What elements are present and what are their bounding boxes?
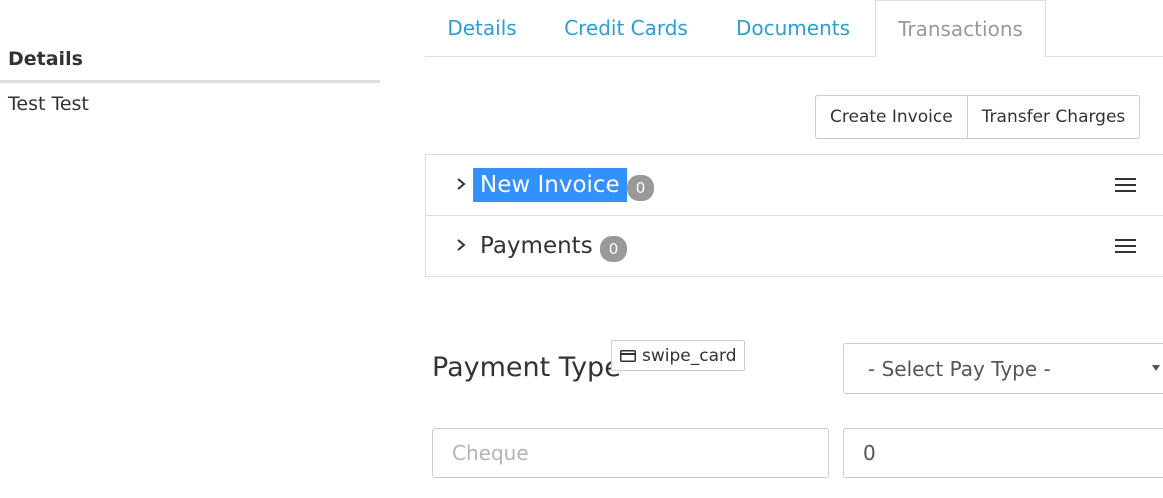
cheque-input[interactable]: Cheque <box>432 428 829 478</box>
chevron-right-icon[interactable] <box>454 236 468 254</box>
details-heading: Details <box>8 48 83 70</box>
customer-name: Test Test <box>8 93 89 115</box>
chevron-right-icon[interactable] <box>454 175 468 193</box>
payments-title[interactable]: Payments <box>473 229 600 263</box>
payments-count-badge: 0 <box>599 236 628 262</box>
swipe-card-chip[interactable]: swipe_card <box>611 340 746 371</box>
accordion-title-group: Payments 0 <box>473 229 628 263</box>
hamburger-menu-icon[interactable] <box>1115 238 1137 254</box>
swipe-card-chip-label: swipe_card <box>642 345 737 366</box>
tab-transactions[interactable]: Transactions <box>875 0 1046 58</box>
tab-details[interactable]: Details <box>425 0 539 57</box>
amount-input[interactable]: 0 <box>843 428 1163 478</box>
payment-type-label: Payment Type <box>432 352 621 383</box>
create-invoice-button[interactable]: Create Invoice <box>815 95 968 139</box>
tab-credit-cards[interactable]: Credit Cards <box>539 0 713 57</box>
pay-type-select[interactable]: - Select Pay Type - <box>843 343 1163 394</box>
accordion-new-invoice[interactable]: New Invoice 0 <box>425 154 1163 216</box>
details-divider <box>0 80 380 83</box>
tab-bar: Details Credit Cards Documents Transacti… <box>425 0 1163 58</box>
tab-documents[interactable]: Documents <box>713 0 873 57</box>
accordion-payments[interactable]: Payments 0 <box>425 215 1163 277</box>
new-invoice-title[interactable]: New Invoice <box>473 168 627 202</box>
new-invoice-count-badge: 0 <box>626 175 655 201</box>
accordion-title-group: New Invoice 0 <box>473 168 655 202</box>
caret-down-icon <box>1152 365 1160 371</box>
transaction-actions: Create Invoice Transfer Charges <box>815 95 1141 139</box>
pay-type-select-value: - Select Pay Type - <box>868 356 1051 381</box>
hamburger-menu-icon[interactable] <box>1115 177 1137 193</box>
credit-card-icon <box>620 349 636 362</box>
transfer-charges-button[interactable]: Transfer Charges <box>967 95 1141 139</box>
